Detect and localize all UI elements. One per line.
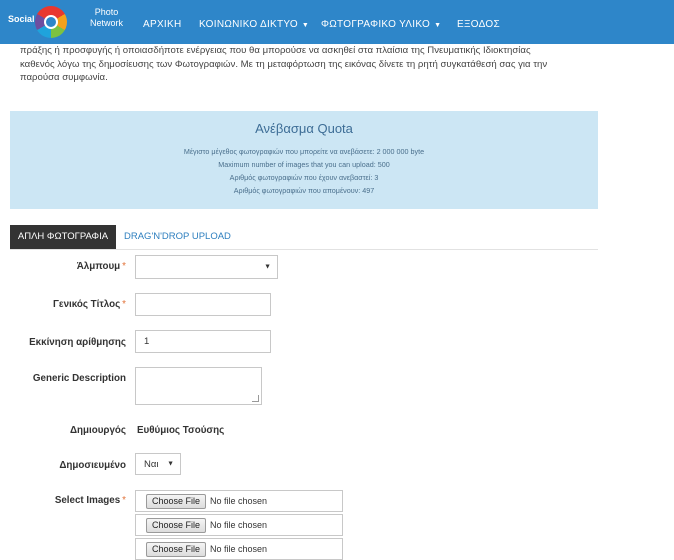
brand-text-photo-network[interactable]: Photo Network [90, 7, 123, 29]
file-status-text: No file chosen [210, 496, 268, 506]
brand-text-social[interactable]: Social [8, 14, 35, 24]
chevron-down-icon: ▼ [301, 22, 310, 29]
nav-item-logout-label: ΕΞΟΔΟΣ [457, 19, 500, 30]
file-input-row: Choose File No file chosen [135, 514, 343, 536]
required-marker: * [122, 495, 126, 506]
images-label-text: Select Images [54, 495, 121, 506]
description-label: Generic Description [32, 373, 126, 384]
published-select-value: Ναι [144, 458, 159, 470]
title-input[interactable] [135, 293, 271, 316]
album-label-text: Άλμπουμ [76, 261, 121, 272]
file-input-row: Choose File No file chosen [135, 490, 343, 512]
nav-item-social-network-label: ΚΟΙΝΩΝΙΚΟ ΔΙΚΤΥΟ [199, 19, 298, 30]
quota-uploaded-count: Αριθμός φωτογραφιών που έχουν ανεβαστεί:… [229, 173, 379, 182]
nav-item-social-network[interactable]: ΚΟΙΝΩΝΙΚΟ ΔΙΚΤΥΟ ▼ [199, 19, 309, 30]
choose-file-button[interactable]: Choose File [146, 518, 207, 533]
quota-max-size: Μέγιστο μέγεθος φωτογραφιών που μπορείτε… [183, 147, 425, 156]
nav-item-photo-material[interactable]: ΦΩΤΟΓΡΑΦΙΚΟ ΥΛΙΚΟ ▼ [321, 19, 441, 30]
published-select[interactable]: Ναι ▼ [135, 453, 181, 475]
nav-item-photo-material-label: ΦΩΤΟΓΡΑΦΙΚΟ ΥΛΙΚΟ [321, 19, 431, 30]
select-caret-icon: ▼ [167, 460, 174, 468]
nav-item-home-label: ΑΡΧΙΚΗ [143, 19, 182, 30]
top-navbar: Social Photo Network ΑΡΧΙΚΗ ΚΟΙΝΩΝΙΚΟ ΔΙ… [0, 0, 674, 44]
title-label: Γενικός Τίτλος * [53, 299, 126, 310]
brand-line-2: Network [90, 18, 124, 28]
images-label: Select Images * [55, 495, 126, 506]
numbering-start-input[interactable]: 1 [135, 330, 271, 353]
published-label: Δημοσιευμένο [59, 460, 126, 471]
nav-item-home[interactable]: ΑΡΧΙΚΗ [143, 19, 181, 30]
file-status-text: No file chosen [210, 520, 268, 530]
resize-handle-icon[interactable] [252, 395, 259, 402]
terms-text: πράξης ή προσφυγής ή οποιασδήποτε ενέργε… [20, 44, 590, 85]
creator-value: Ευθύμιος Τσούσης [137, 425, 225, 436]
required-marker: * [122, 299, 126, 310]
nav-item-logout[interactable]: ΕΞΟΔΟΣ [457, 19, 500, 30]
choose-file-button[interactable]: Choose File [146, 494, 207, 509]
chevron-down-icon: ▼ [434, 22, 442, 29]
terms-line-1: πράξης ή προσφυγής ή οποιασδήποτε ενέργε… [20, 45, 531, 56]
tab-divider [10, 249, 598, 250]
album-select[interactable]: ▼ [135, 255, 278, 279]
numbering-start-value: 1 [144, 336, 150, 347]
quota-title: Ανέβασμα Quota [255, 121, 353, 136]
brand-line-1: Photo [94, 7, 119, 17]
tab-simple-photo[interactable]: ΑΠΛΗ ΦΩΤΟΓΡΑΦΙΑ [10, 225, 116, 249]
file-status-text: No file chosen [210, 544, 268, 554]
tab-drag-drop-upload[interactable]: DRAG'N'DROP UPLOAD [124, 231, 231, 242]
description-textarea[interactable] [135, 367, 262, 405]
creator-label: Δημιουργός [69, 425, 126, 436]
upload-quota-panel: Ανέβασμα Quota Μέγιστο μέγεθος φωτογραφι… [10, 111, 598, 209]
quota-remaining-count: Αριθμός φωτογραφιών που απομένουν: 497 [233, 186, 375, 195]
album-label: Άλμπουμ * [77, 261, 126, 272]
select-caret-icon: ▼ [264, 263, 271, 271]
camera-aperture-logo-icon[interactable] [35, 6, 67, 38]
required-marker: * [122, 261, 126, 272]
terms-line-2: καθενός λόγω της δημοσίευσης των Φωτογρα… [20, 58, 548, 70]
terms-line-3: παρούσα συμφωνία. [20, 72, 108, 83]
numbering-label: Εκκίνηση αρίθμησης [29, 337, 126, 348]
quota-max-images: Maximum number of images that you can up… [218, 160, 390, 169]
file-input-row: Choose File No file chosen [135, 538, 343, 560]
title-label-text: Γενικός Τίτλος [53, 299, 121, 310]
